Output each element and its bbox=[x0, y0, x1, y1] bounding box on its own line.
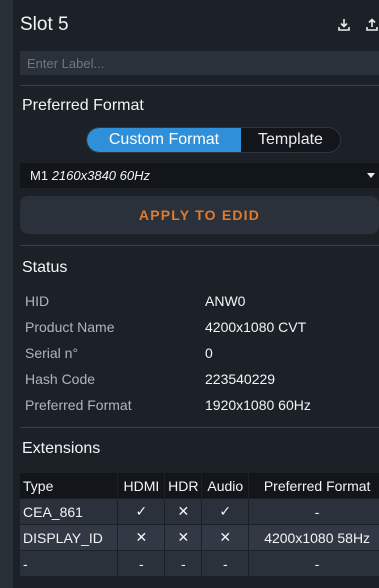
format-resolution: 2160x3840 60Hz bbox=[51, 168, 150, 183]
ext-hdr: - bbox=[164, 550, 203, 576]
slot-label-input[interactable] bbox=[20, 51, 379, 75]
extensions-table: Type HDMI HDR Audio Preferred Format CEA… bbox=[20, 473, 379, 576]
table-header: Type HDMI HDR Audio Preferred Format bbox=[20, 473, 379, 499]
col-hdmi: HDMI bbox=[117, 473, 166, 499]
status-key: Preferred Format bbox=[25, 397, 132, 413]
status-value: 223540229 bbox=[205, 371, 276, 387]
ext-type: CEA_861 bbox=[20, 498, 119, 525]
status-key: Hash Code bbox=[25, 371, 96, 387]
extensions-title: Extensions bbox=[22, 440, 101, 457]
format-slot: M1 bbox=[30, 168, 49, 183]
cross-icon: ✕ bbox=[117, 524, 166, 551]
format-select[interactable]: M1 2160x3840 60Hz bbox=[20, 163, 379, 188]
format-select-value: M1 2160x3840 60Hz bbox=[30, 168, 150, 183]
divider bbox=[20, 427, 379, 428]
status-key: HID bbox=[25, 293, 50, 309]
status-value: ANW0 bbox=[205, 293, 246, 309]
cross-icon: ✕ bbox=[164, 498, 203, 525]
cross-icon: ✕ bbox=[201, 524, 250, 551]
chevron-down-icon bbox=[367, 173, 375, 178]
format-mode-toggle: Custom Format Template bbox=[86, 127, 341, 153]
col-type: Type bbox=[20, 473, 119, 499]
slot-title: Slot 5 bbox=[20, 14, 69, 35]
ext-type: - bbox=[20, 550, 119, 576]
ext-preferred: - bbox=[248, 498, 379, 525]
ext-preferred: 4200x1080 58Hz bbox=[248, 524, 379, 551]
status-value: 1920x1080 60Hz bbox=[205, 397, 311, 413]
tab-template[interactable]: Template bbox=[241, 128, 340, 152]
status-value: 0 bbox=[205, 345, 213, 361]
table-row: - - - - - bbox=[20, 550, 379, 576]
check-icon: ✓ bbox=[117, 498, 166, 525]
apply-to-edid-button[interactable]: APPLY TO EDID bbox=[20, 196, 379, 234]
col-preferred-format: Preferred Format bbox=[248, 473, 379, 499]
divider bbox=[20, 85, 379, 86]
status-value: 4200x1080 CVT bbox=[205, 319, 307, 335]
tab-custom-format[interactable]: Custom Format bbox=[87, 128, 241, 152]
col-hdr: HDR bbox=[164, 473, 203, 499]
edid-slot-panel: Slot 5 Preferred Format Custom Format Te… bbox=[13, 0, 379, 588]
status-key: Product Name bbox=[25, 319, 115, 335]
ext-type: DISPLAY_ID bbox=[20, 524, 119, 551]
check-icon: ✓ bbox=[201, 498, 250, 525]
slot-actions bbox=[337, 18, 379, 32]
cross-icon: ✕ bbox=[164, 524, 203, 551]
download-icon[interactable] bbox=[337, 18, 351, 32]
col-audio: Audio bbox=[201, 473, 250, 499]
status-key: Serial n° bbox=[25, 345, 79, 361]
status-title: Status bbox=[22, 259, 68, 276]
ext-hdmi: - bbox=[117, 550, 166, 576]
ext-audio: - bbox=[201, 550, 250, 576]
preferred-format-title: Preferred Format bbox=[22, 97, 144, 114]
ext-preferred: - bbox=[248, 550, 379, 576]
divider bbox=[20, 245, 379, 246]
panel-edge bbox=[0, 0, 13, 588]
upload-icon[interactable] bbox=[365, 18, 379, 32]
table-row: DISPLAY_ID ✕ ✕ ✕ 4200x1080 58Hz bbox=[20, 524, 379, 551]
table-row: CEA_861 ✓ ✕ ✓ - bbox=[20, 498, 379, 525]
